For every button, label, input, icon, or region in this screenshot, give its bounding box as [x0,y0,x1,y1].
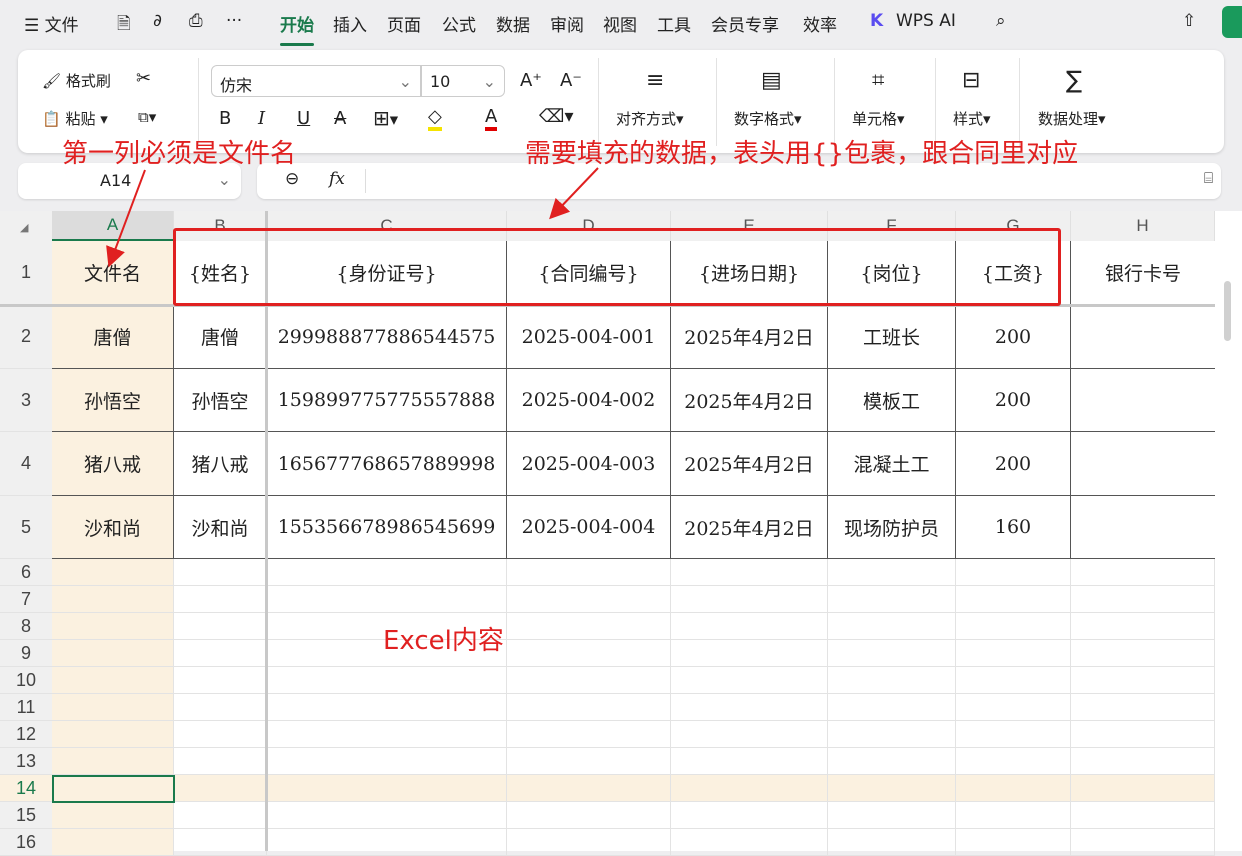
arrow-to-headers [549,167,599,220]
annotation-arrows [106,167,599,268]
arrow-to-filename [106,169,146,268]
